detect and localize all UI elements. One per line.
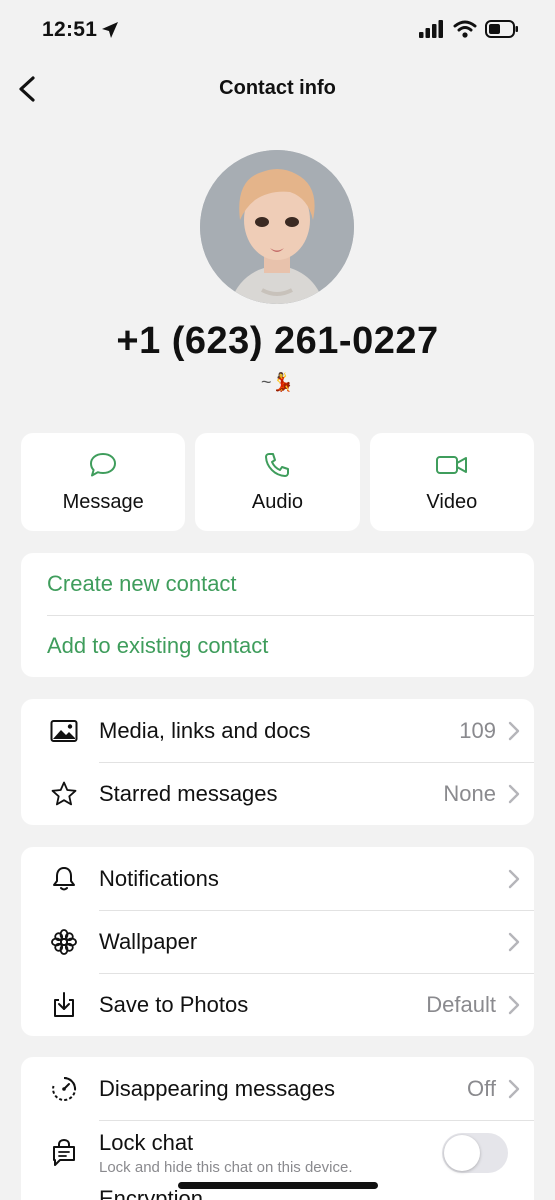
contact-about: ~💃 xyxy=(261,372,294,392)
privacy-card: Disappearing messages Off Lock chat Lock… xyxy=(21,1057,534,1200)
message-icon xyxy=(90,453,117,477)
starred-messages-row[interactable]: Starred messages None xyxy=(21,762,534,825)
battery-icon xyxy=(485,20,519,43)
disappearing-label: Disappearing messages xyxy=(99,1075,336,1101)
nav-bar: Contact info xyxy=(0,62,555,118)
video-button-label: Video xyxy=(426,491,478,513)
chevron-right-icon xyxy=(508,784,534,804)
download-icon xyxy=(21,991,99,1019)
flower-icon xyxy=(21,928,99,956)
add-to-existing-contact-button[interactable]: Add to existing contact xyxy=(21,615,534,677)
save-to-photos-row[interactable]: Save to Photos Default xyxy=(21,973,534,1036)
bell-icon xyxy=(21,865,99,893)
settings-card: Notifications Wallpaper Save to Photos D… xyxy=(21,847,534,1036)
media-count: 109 xyxy=(459,717,496,743)
avatar-image xyxy=(200,150,354,304)
starred-label: Starred messages xyxy=(99,780,278,806)
save-to-photos-value: Default xyxy=(426,991,496,1017)
signal-icon xyxy=(419,20,445,43)
wifi-icon xyxy=(453,20,477,43)
message-button-label: Message xyxy=(62,491,144,513)
status-indicators xyxy=(419,20,519,43)
status-time: 12:51 xyxy=(42,18,98,41)
lock-chat-row[interactable]: Lock chat Lock and hide this chat on thi… xyxy=(21,1120,534,1186)
disappearing-messages-row[interactable]: Disappearing messages Off xyxy=(21,1057,534,1120)
location-arrow-icon xyxy=(100,20,120,45)
home-indicator xyxy=(178,1182,378,1189)
media-card: Media, links and docs 109 Starred messag… xyxy=(21,699,534,825)
page-title: Contact info xyxy=(219,77,336,99)
action-buttons: Message Audio Video xyxy=(21,433,534,531)
wallpaper-label: Wallpaper xyxy=(99,928,198,954)
phone-icon xyxy=(265,453,290,477)
contact-avatar[interactable] xyxy=(200,150,354,304)
chevron-right-icon xyxy=(508,869,534,889)
timer-icon xyxy=(21,1075,99,1103)
notifications-label: Notifications xyxy=(99,865,219,891)
chevron-right-icon xyxy=(508,932,534,952)
video-call-button[interactable]: Video xyxy=(369,433,534,531)
chevron-right-icon xyxy=(508,721,534,741)
audio-button-label: Audio xyxy=(251,491,304,513)
contact-options-card: Create new contact Add to existing conta… xyxy=(21,553,534,677)
lock-chat-label: Lock chat xyxy=(99,1130,194,1155)
lock-chat-sublabel: Lock and hide this chat on this device. xyxy=(99,1159,353,1176)
chevron-right-icon xyxy=(508,995,534,1015)
video-icon xyxy=(435,456,467,474)
toggle-knob xyxy=(444,1135,480,1171)
create-new-contact-button[interactable]: Create new contact xyxy=(21,553,534,615)
lock-chat-icon xyxy=(21,1138,99,1168)
notifications-row[interactable]: Notifications xyxy=(21,847,534,910)
contact-phone-number: +1 (623) 261-0227 xyxy=(116,320,439,362)
save-to-photos-label: Save to Photos xyxy=(99,991,249,1017)
lock-chat-text: Lock chat Lock and hide this chat on thi… xyxy=(99,1130,442,1176)
photo-icon xyxy=(21,719,99,743)
disappearing-value: Off xyxy=(467,1075,496,1101)
message-button[interactable]: Message xyxy=(21,433,186,531)
wallpaper-row[interactable]: Wallpaper xyxy=(21,910,534,973)
chevron-right-icon xyxy=(508,1079,534,1099)
lock-chat-toggle[interactable] xyxy=(442,1133,508,1173)
starred-value: None xyxy=(443,780,496,806)
star-icon xyxy=(21,780,99,808)
status-bar: 12:51 xyxy=(0,0,555,62)
media-label: Media, links and docs xyxy=(99,717,311,743)
audio-call-button[interactable]: Audio xyxy=(195,433,360,531)
media-links-docs-row[interactable]: Media, links and docs 109 xyxy=(21,699,534,762)
